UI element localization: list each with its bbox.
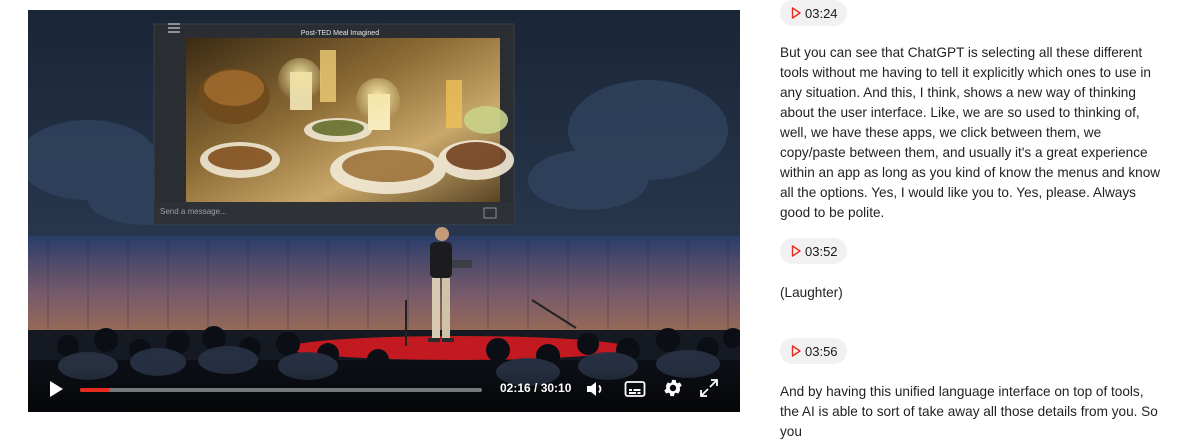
play-icon	[791, 345, 801, 357]
timestamp-button[interactable]: 03:56	[780, 338, 847, 364]
screen-title: Post-TED Meal Imagined	[300, 30, 380, 37]
settings-button[interactable]	[662, 377, 684, 399]
play-icon	[791, 7, 801, 19]
timestamp-button[interactable]: 03:52	[780, 238, 847, 264]
video-frame[interactable]: Post-TED Meal Imagined Send a message...	[28, 10, 740, 412]
timestamp-button[interactable]: 03:24	[780, 0, 847, 26]
gear-icon	[664, 379, 682, 397]
timestamp-label: 03:56	[805, 343, 838, 359]
video-player[interactable]: Post-TED Meal Imagined Send a message...…	[28, 10, 740, 412]
volume-button[interactable]	[584, 378, 606, 400]
transcript-paragraph: And by having this unified language inte…	[780, 384, 1158, 439]
message-placeholder: Send a message...	[160, 207, 227, 216]
fullscreen-button[interactable]	[698, 377, 720, 399]
time-display: 02:16 / 30:10	[500, 381, 572, 395]
player-controls: 02:16 / 30:10	[28, 368, 740, 412]
captions-icon	[624, 381, 646, 397]
transcript-panel: 03:24 But you can see that ChatGPT is se…	[780, 0, 1180, 439]
fullscreen-icon	[700, 379, 718, 397]
timestamp-label: 03:52	[805, 243, 838, 259]
play-icon	[50, 381, 63, 397]
timestamp-label: 03:24	[805, 5, 838, 21]
captions-button[interactable]	[624, 379, 646, 399]
progress-fill	[80, 388, 111, 392]
play-icon	[791, 245, 801, 257]
volume-icon	[587, 382, 602, 396]
transcript-paragraph: But you can see that ChatGPT is selectin…	[780, 45, 1161, 220]
transcript-paragraph: (Laughter)	[780, 285, 843, 300]
play-button[interactable]	[48, 380, 64, 398]
progress-bar[interactable]	[80, 388, 482, 392]
